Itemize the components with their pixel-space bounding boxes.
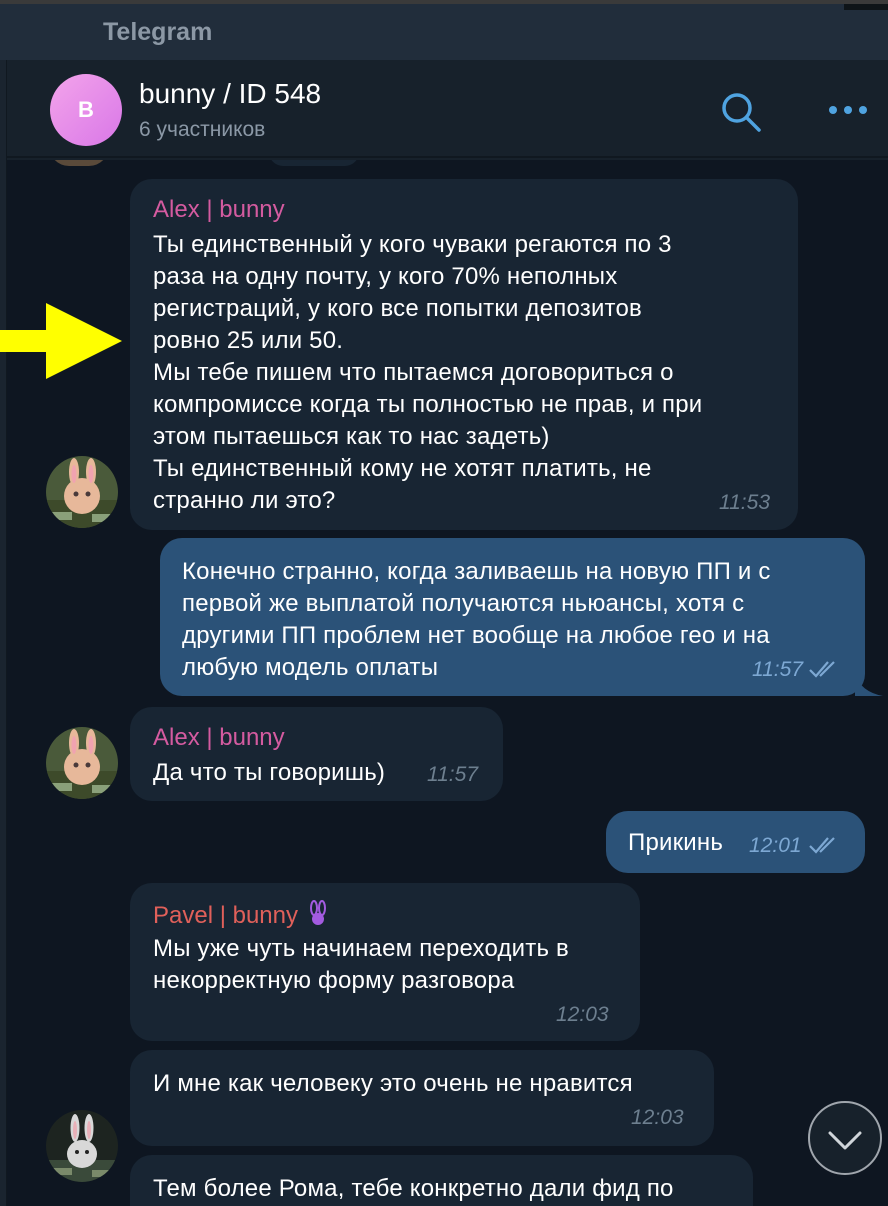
message-text: Ты единственный у кого чуваки регаются п… bbox=[153, 231, 703, 514]
message-time: 11:53 bbox=[719, 491, 770, 514]
message-text: Прикинь bbox=[628, 829, 724, 856]
message-text: Да что ты говоришь) bbox=[153, 759, 386, 786]
chat-avatar[interactable]: B bbox=[50, 74, 122, 146]
chat-header[interactable]: B bunny / ID 548 6 участников bbox=[7, 60, 888, 158]
message-time: 11:57 bbox=[427, 763, 478, 786]
double-check-icon bbox=[809, 661, 835, 678]
rabbit-avatar-icon bbox=[46, 1110, 118, 1182]
chat-title[interactable]: bunny / ID 548 bbox=[139, 78, 321, 110]
message-text: И мне как человеку это очень не нравится bbox=[153, 1070, 633, 1097]
message-time: 12:01 bbox=[749, 834, 802, 857]
sender-name[interactable]: Alex | bunny bbox=[153, 196, 285, 224]
message-time: 12:03 bbox=[631, 1106, 684, 1129]
avatar-pavel[interactable] bbox=[46, 1110, 118, 1182]
message-bubble-incoming[interactable]: Тем более Рома, тебе конкретно дали фид … bbox=[130, 1155, 753, 1206]
message-list[interactable]: Alex | bunny Ты единственный у кого чува… bbox=[7, 160, 888, 1206]
search-icon bbox=[722, 93, 761, 132]
bunny-avatar-icon bbox=[46, 727, 118, 799]
search-button[interactable] bbox=[719, 90, 763, 134]
more-icon bbox=[829, 106, 867, 114]
chat-avatar-letter: B bbox=[78, 97, 94, 122]
chevron-down-icon bbox=[828, 1131, 862, 1150]
chat-list-edge bbox=[0, 60, 7, 1206]
sender-name[interactable]: Pavel | bunny bbox=[153, 900, 329, 930]
message-time: 11:57 bbox=[752, 658, 803, 681]
message-bubble-incoming[interactable]: Alex | bunny Ты единственный у кого чува… bbox=[130, 179, 798, 530]
previous-avatar-edge bbox=[49, 160, 109, 166]
sender-name[interactable]: Alex | bunny bbox=[153, 724, 285, 752]
message-bubble-outgoing[interactable]: Конечно странно, когда заливаешь на нову… bbox=[160, 538, 865, 696]
window-titlebar: Telegram bbox=[0, 0, 888, 60]
message-text: Конечно странно, когда заливаешь на нову… bbox=[182, 558, 771, 681]
more-button[interactable] bbox=[827, 96, 871, 124]
message-text: Мы уже чуть начинаем переходить в некорр… bbox=[153, 935, 570, 994]
double-check-icon bbox=[809, 837, 835, 854]
previous-bubble-tail bbox=[269, 160, 359, 166]
message-bubble-incoming[interactable]: Pavel | bunny Мы уже чуть начинаем перех… bbox=[130, 883, 640, 1041]
bubble-tail-outgoing bbox=[855, 674, 883, 696]
chat-member-count: 6 участников bbox=[139, 118, 266, 141]
avatar-alex[interactable] bbox=[46, 456, 118, 528]
avatar-alex[interactable] bbox=[46, 727, 118, 799]
scroll-down-button[interactable] bbox=[808, 1101, 882, 1175]
sender-name-text: Pavel | bunny bbox=[153, 902, 298, 929]
message-bubble-incoming[interactable]: Alex | bunny Да что ты говоришь) 11:57 bbox=[130, 707, 503, 801]
message-bubble-outgoing[interactable]: Прикинь 12:01 bbox=[606, 811, 865, 873]
window-corner bbox=[844, 4, 888, 10]
app-title: Telegram bbox=[103, 18, 213, 46]
arrow-right-icon bbox=[0, 303, 122, 379]
bunny-emoji-icon bbox=[309, 900, 326, 925]
message-bubble-incoming[interactable]: И мне как человеку это очень не нравится… bbox=[130, 1050, 714, 1146]
message-time: 12:03 bbox=[556, 1003, 609, 1026]
message-text: Тем более Рома, тебе конкретно дали фид … bbox=[153, 1175, 674, 1202]
bunny-avatar-icon bbox=[46, 456, 118, 528]
